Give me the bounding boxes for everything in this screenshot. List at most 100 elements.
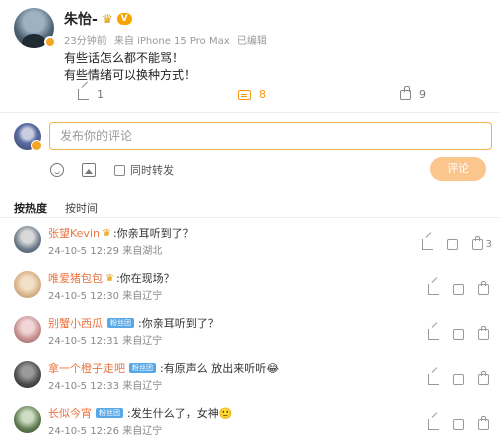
commenter-name[interactable]: 别蟹小西瓜 xyxy=(48,315,103,331)
comment-like-button[interactable] xyxy=(478,281,492,295)
image-icon[interactable] xyxy=(82,163,96,177)
thumbs-up-icon xyxy=(478,326,489,340)
thumbs-up-icon xyxy=(478,416,489,430)
comment-actions xyxy=(428,326,492,340)
share-icon[interactable] xyxy=(428,284,439,295)
comment-like-button[interactable] xyxy=(478,326,492,340)
comment-meta: 24-10-5 12:26 来自辽宁 xyxy=(48,422,162,437)
comment-time: 24-10-5 12:29 xyxy=(48,246,120,257)
comment-input[interactable] xyxy=(49,122,492,150)
share-icon[interactable] xyxy=(428,374,439,385)
comment-composer: 同时转发 评论 xyxy=(14,122,492,184)
comment-text-line: 唯爱猪包包 ♛ :你在现场？ xyxy=(48,270,175,286)
post-meta: 23分钟前 来自 iPhone 15 Pro Max 已编辑 xyxy=(64,32,271,47)
my-avatar[interactable] xyxy=(14,123,42,151)
comment-text-line: 拿一个橙子走吧 粉丝团 :有原声么 放出来听听😂 xyxy=(48,360,279,376)
post-source: 来自 iPhone 15 Pro Max xyxy=(113,36,230,47)
comment-time: 24-10-5 12:30 xyxy=(48,291,120,302)
commenter-avatar[interactable] xyxy=(14,271,41,298)
comment-actions xyxy=(428,281,492,295)
reply-icon[interactable] xyxy=(453,419,464,430)
divider xyxy=(0,217,500,218)
post-line-1: 有些话怎么都不能骂！ xyxy=(64,51,185,65)
reply-icon[interactable] xyxy=(453,284,464,295)
like-count: 9 xyxy=(419,88,426,101)
composer-tools: 同时转发 xyxy=(50,162,174,178)
commenter-avatar[interactable] xyxy=(14,316,41,343)
divider xyxy=(0,112,500,113)
comment-actions xyxy=(428,416,492,430)
comment-time: 24-10-5 12:26 xyxy=(48,426,120,437)
tab-sort-time[interactable]: 按时间 xyxy=(65,200,98,216)
post-line-2: 有些情绪可以换种方式！ xyxy=(64,68,197,82)
comment-row: 拿一个橙子走吧 粉丝团 :有原声么 放出来听听😂 24-10-5 12:33 来… xyxy=(0,357,500,402)
share-button[interactable]: 1 xyxy=(78,88,104,101)
reply-icon[interactable] xyxy=(446,239,458,250)
fan-badge: 粉丝团 xyxy=(107,318,134,328)
share-icon[interactable] xyxy=(428,329,439,340)
post-time: 23分钟前 xyxy=(64,36,107,47)
comment-button[interactable]: 8 xyxy=(238,88,266,101)
commenter-name[interactable]: 唯爱猪包包 xyxy=(48,270,103,286)
verified-icon xyxy=(44,36,56,48)
level-badge: V xyxy=(116,13,132,25)
commenter-avatar[interactable] xyxy=(14,226,41,253)
author-name[interactable]: 朱怡- xyxy=(64,9,98,29)
comment-location: 来自湖北 xyxy=(122,246,163,257)
crown-icon: ♛ xyxy=(101,12,113,26)
commenter-name[interactable]: 拿一个橙子走吧 xyxy=(48,360,125,376)
comment-time: 24-10-5 12:33 xyxy=(48,381,120,392)
crown-icon: ♛ xyxy=(105,272,114,284)
commenter-name[interactable]: 张望Kevin xyxy=(48,225,100,241)
comment-like-button[interactable] xyxy=(478,416,492,430)
comment-like-count: 3 xyxy=(485,239,492,250)
comment-count: 8 xyxy=(259,88,266,101)
comment-icon xyxy=(238,89,251,100)
commenter-avatar[interactable] xyxy=(14,361,41,388)
comment-like-button[interactable]: 3 xyxy=(471,236,492,250)
comment-actions xyxy=(428,371,492,385)
comment-list: 张望Kevin ♛ :你亲耳听到了？ 24-10-5 12:29 来自湖北 3 … xyxy=(0,222,500,440)
comment-meta: 24-10-5 12:29 来自湖北 xyxy=(48,242,162,257)
thumbs-up-icon xyxy=(478,371,489,385)
fan-badge: 粉丝团 xyxy=(129,363,156,373)
comment-text: :你亲耳听到了？ xyxy=(138,317,219,330)
emoji-icon[interactable] xyxy=(50,163,64,177)
like-button[interactable]: 9 xyxy=(400,85,426,101)
post-action-bar: 1 8 9 xyxy=(0,85,500,106)
comment-meta: 24-10-5 12:30 来自辽宁 xyxy=(48,287,162,302)
submit-comment-button[interactable]: 评论 xyxy=(430,157,486,181)
share-count: 1 xyxy=(97,88,104,101)
comment-meta: 24-10-5 12:31 来自辽宁 xyxy=(48,332,162,347)
checkbox-box[interactable] xyxy=(114,164,125,176)
comment-text-line: 别蟹小西瓜 粉丝团 :你亲耳听到了？ xyxy=(48,315,219,331)
commenter-avatar[interactable] xyxy=(14,406,41,433)
comment-meta: 24-10-5 12:33 来自辽宁 xyxy=(48,377,162,392)
comment-text: :有原声么 放出来听听😂 xyxy=(160,362,280,375)
comment-location: 来自辽宁 xyxy=(122,291,163,302)
comment-text: :发生什么了，女神🙂 xyxy=(127,407,233,420)
crown-icon: ♛ xyxy=(101,227,111,239)
post-edited[interactable]: 已编辑 xyxy=(237,36,267,47)
comment-like-button[interactable] xyxy=(478,371,492,385)
reply-icon[interactable] xyxy=(453,329,464,340)
comment-text-line: 长似今宵 粉丝团 :发生什么了，女神🙂 xyxy=(48,405,232,421)
comment-text: :你在现场？ xyxy=(115,272,175,285)
comment-location: 来自辽宁 xyxy=(122,426,163,437)
fan-badge: 粉丝团 xyxy=(96,408,123,418)
reply-icon[interactable] xyxy=(453,374,464,385)
repost-checkbox[interactable]: 同时转发 xyxy=(114,162,174,178)
thumbs-up-icon xyxy=(400,85,411,100)
commenter-name[interactable]: 长似今宵 xyxy=(48,405,92,421)
comment-location: 来自辽宁 xyxy=(122,336,163,347)
repost-label: 同时转发 xyxy=(130,164,174,177)
sort-tabs: 按热度 按时间 xyxy=(14,200,98,216)
share-icon[interactable] xyxy=(428,419,439,430)
tab-sort-hot[interactable]: 按热度 xyxy=(14,200,47,216)
share-icon[interactable] xyxy=(421,239,433,250)
comment-row: 唯爱猪包包 ♛ :你在现场？ 24-10-5 12:30 来自辽宁 xyxy=(0,267,500,312)
author-row: 朱怡- ♛ V xyxy=(64,9,132,29)
comment-row: 长似今宵 粉丝团 :发生什么了，女神🙂 24-10-5 12:26 来自辽宁 xyxy=(0,402,500,440)
post-header: 朱怡- ♛ V 23分钟前 来自 iPhone 15 Pro Max 已编辑 xyxy=(14,8,490,48)
thumbs-up-icon xyxy=(478,281,489,295)
